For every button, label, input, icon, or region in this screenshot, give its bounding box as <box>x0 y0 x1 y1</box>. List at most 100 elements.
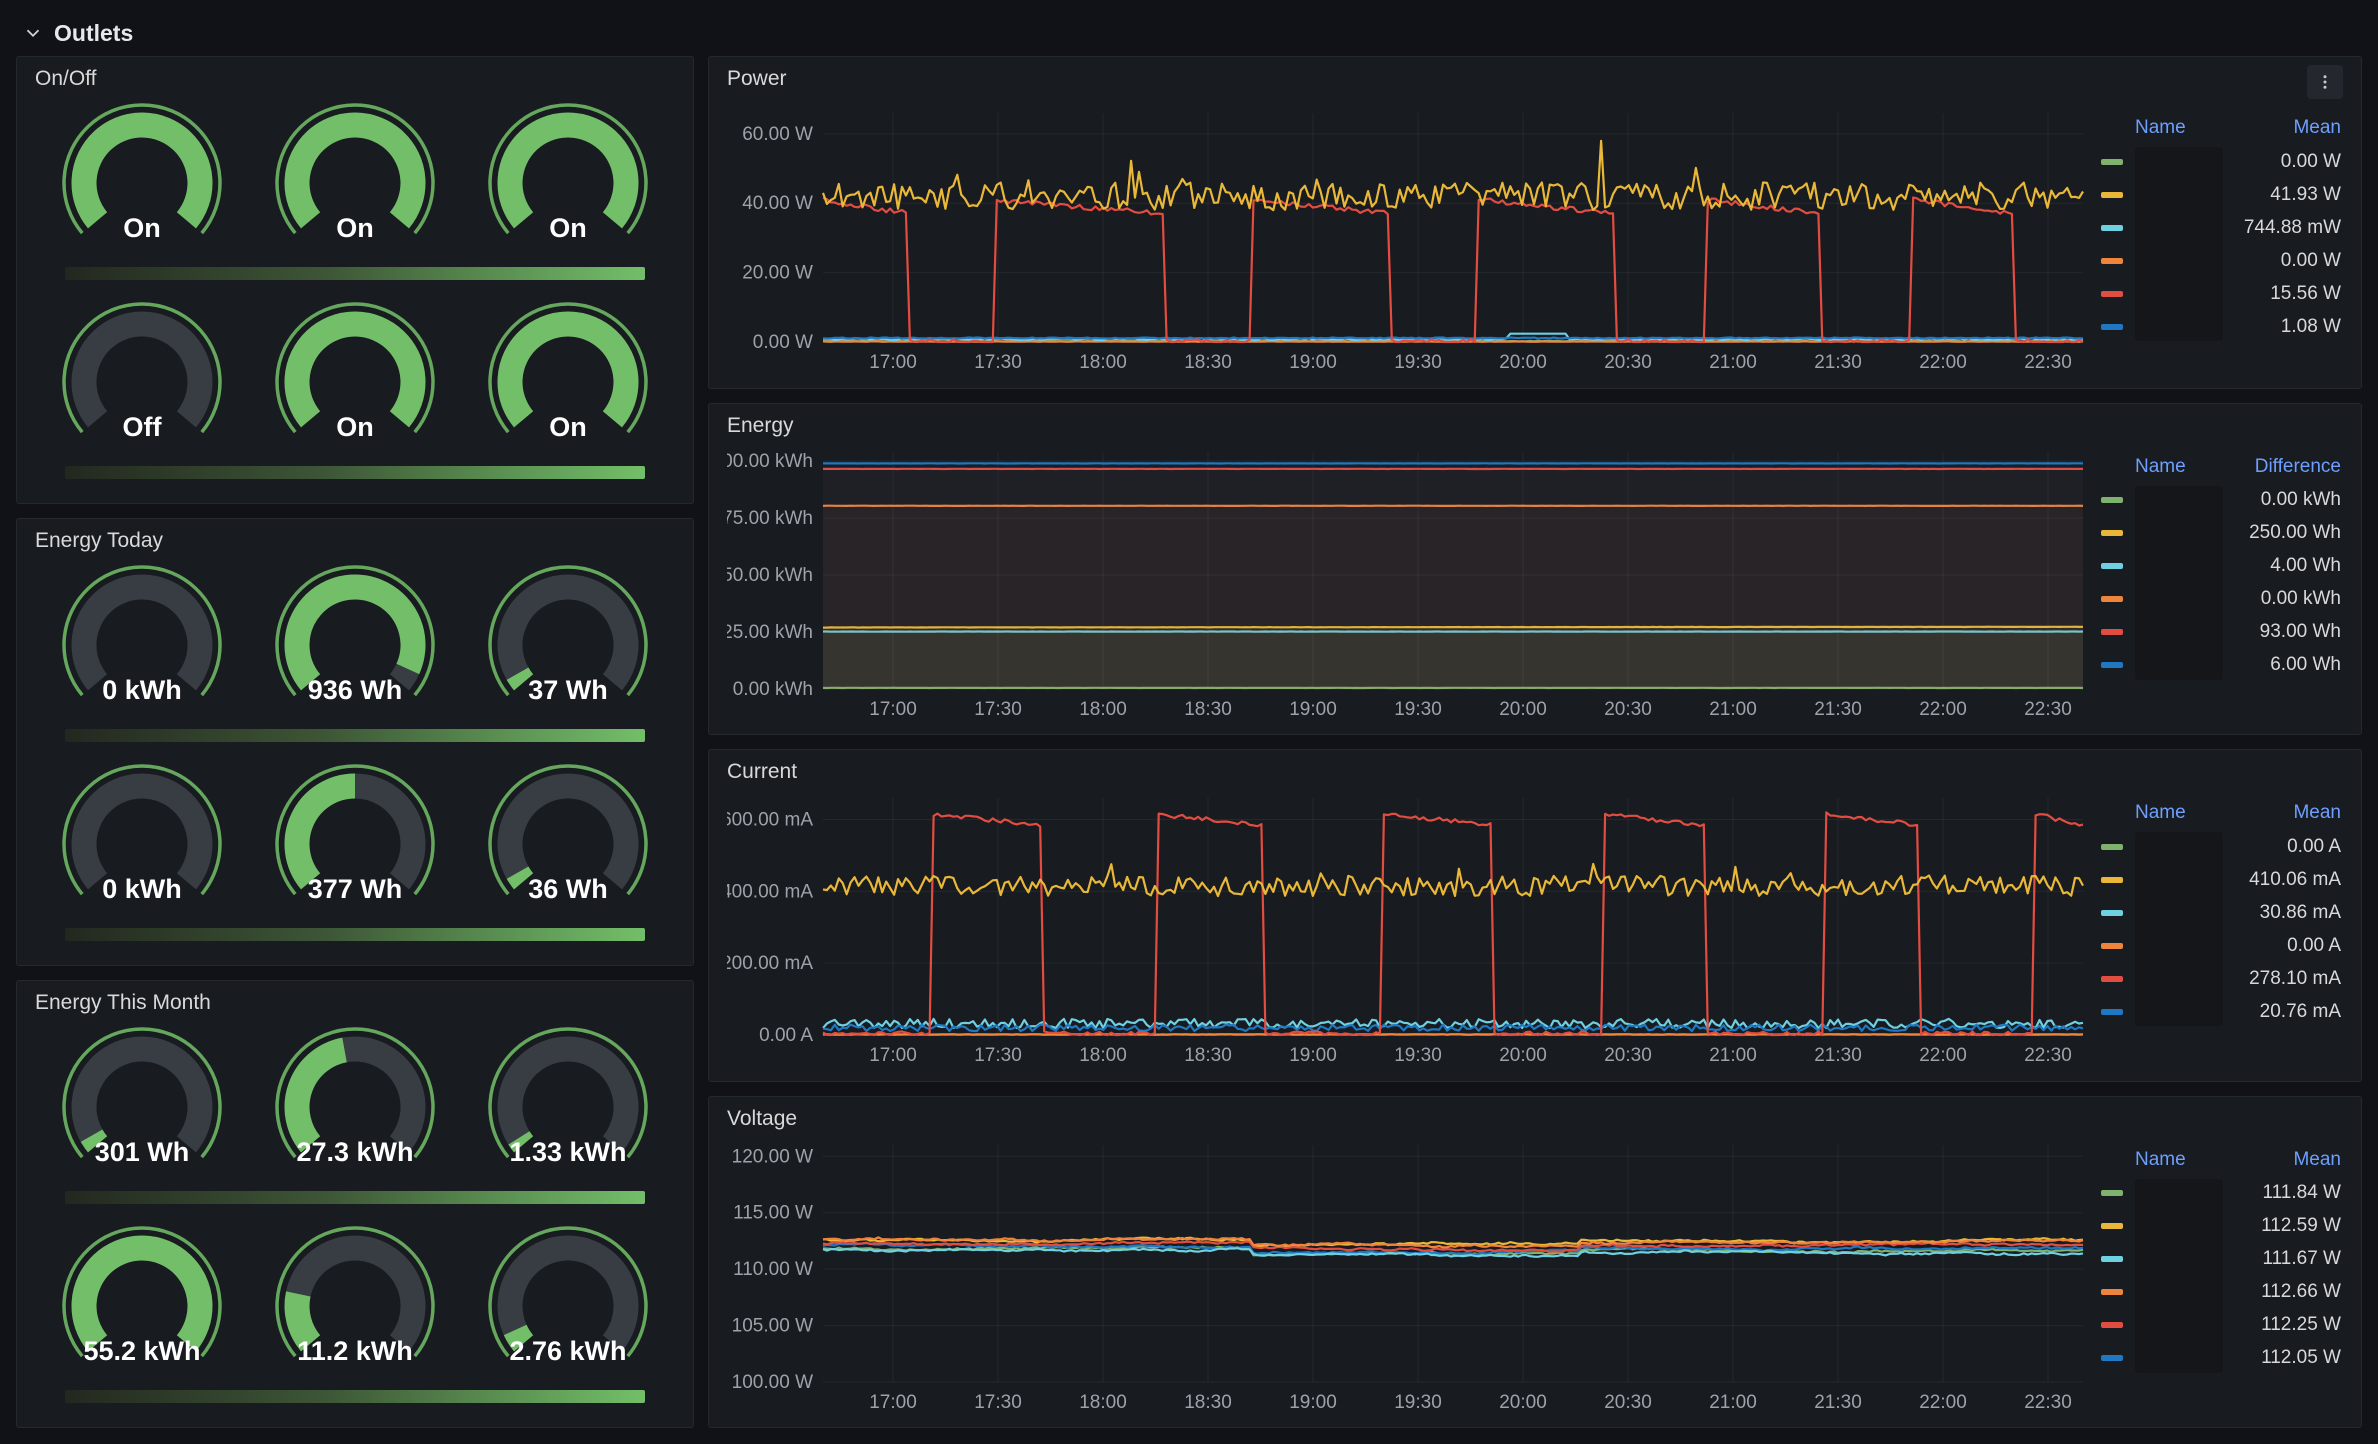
gauge-arc: 11.2 kWh <box>249 1220 461 1384</box>
panel-title-energy[interactable]: Energy <box>727 414 794 438</box>
panel-title-voltage[interactable]: Voltage <box>727 1107 797 1131</box>
gauge-arc: 0 kWh <box>36 758 248 922</box>
time-series-canvas[interactable]: 100.00 W105.00 W110.00 W115.00 W120.00 W… <box>727 1133 2091 1416</box>
x-tick-label: 21:30 <box>1814 699 1862 720</box>
legend-series-chip <box>2101 258 2123 264</box>
legend-value: 6.00 Wh <box>2270 654 2341 676</box>
legend-series-chip <box>2101 324 2123 330</box>
legend-series-chip <box>2101 1289 2123 1295</box>
gradient-bar <box>65 729 645 742</box>
gauge-arc: On <box>249 296 461 460</box>
gauge-value-text: 37 Wh <box>529 675 609 705</box>
gauge-arc: 0 kWh <box>36 559 248 723</box>
x-tick-label: 17:00 <box>869 1045 917 1066</box>
series-5-line <box>823 198 2083 343</box>
x-tick-label: 20:00 <box>1499 1045 1547 1066</box>
panel-title-current[interactable]: Current <box>727 760 797 784</box>
x-tick-label: 22:30 <box>2024 699 2072 720</box>
x-tick-label: 22:00 <box>1919 699 1967 720</box>
legend-header-value[interactable]: Mean <box>2293 1149 2341 1171</box>
legend-header-name[interactable]: Name <box>2135 117 2186 139</box>
gauge-arc: 37 Wh <box>462 559 674 723</box>
gauge: Off <box>35 292 248 464</box>
gauge-value-arc <box>518 873 524 882</box>
legend-header-name[interactable]: Name <box>2135 456 2186 478</box>
time-series-canvas[interactable]: 0.00 W20.00 W40.00 W60.00 W17:0017:3018:… <box>727 101 2091 376</box>
y-tick-label: 110.00 W <box>733 1259 813 1280</box>
legend-header-name[interactable]: Name <box>2135 802 2186 824</box>
x-tick-label: 17:30 <box>974 1045 1022 1066</box>
gauge-arc: 301 Wh <box>36 1021 248 1185</box>
legend-series-chip <box>2101 159 2123 165</box>
gradient-bar <box>65 466 645 479</box>
legend-header-value[interactable]: Mean <box>2293 117 2341 139</box>
x-tick-label: 20:00 <box>1499 699 1547 720</box>
legend-series-chip <box>2101 976 2123 982</box>
x-tick-label: 22:00 <box>1919 1045 1967 1066</box>
current-time-series-plot[interactable]: 0.00 A200.00 mA400.00 mA600.00 mA17:0017… <box>727 786 2091 1069</box>
legend-header-value[interactable]: Difference <box>2255 456 2341 478</box>
chevron-down-icon <box>22 22 44 44</box>
gauge-value-arc <box>510 324 626 419</box>
x-tick-label: 19:30 <box>1394 1392 1442 1413</box>
gradient-bar <box>65 1191 645 1204</box>
x-tick-label: 18:30 <box>1184 699 1232 720</box>
legend-rows: 0.00 W41.93 W744.88 mW0.00 W15.56 W1.08 … <box>2101 145 2341 343</box>
x-tick-label: 19:00 <box>1289 1392 1337 1413</box>
power-time-series-plot[interactable]: 0.00 W20.00 W40.00 W60.00 W17:0017:3018:… <box>727 101 2091 376</box>
gauge: 0 kWh <box>35 555 248 727</box>
gauge: 37 Wh <box>462 555 675 727</box>
legend-series-chip <box>2101 910 2123 916</box>
x-tick-label: 22:30 <box>2024 1392 2072 1413</box>
energy-time-series-plot[interactable]: 0.00 kWh25.00 kWh50.00 kWh75.00 kWh100.0… <box>727 440 2091 723</box>
panel-title-energy-today[interactable]: Energy Today <box>35 529 163 553</box>
panel-title-energy-this-month[interactable]: Energy This Month <box>35 991 211 1015</box>
x-tick-label: 18:30 <box>1184 1392 1232 1413</box>
legend-header-name[interactable]: Name <box>2135 1149 2186 1171</box>
dashboard-row-outlets[interactable]: Outlets <box>16 10 2362 56</box>
legend-name-column <box>2135 1179 2223 1373</box>
x-tick-label: 19:30 <box>1394 352 1442 373</box>
x-tick-label: 18:00 <box>1079 1392 1127 1413</box>
legend-value: 112.25 W <box>2261 1314 2341 1336</box>
panel-title-on-off[interactable]: On/Off <box>35 67 96 91</box>
legend-value: 1.08 W <box>2281 316 2341 338</box>
legend-series-chip <box>2101 877 2123 883</box>
legend-header-value[interactable]: Mean <box>2293 802 2341 824</box>
panel-on-off: On/Off OnOnOnOffOnOn <box>16 56 694 504</box>
legend-value: 278.10 mA <box>2249 968 2341 990</box>
panel-menu-button[interactable] <box>2307 65 2343 99</box>
gauge: 936 Wh <box>248 555 461 727</box>
gauge-arc: 2.76 kWh <box>462 1220 674 1384</box>
y-tick-label: 0.00 A <box>759 1025 813 1046</box>
x-tick-label: 18:30 <box>1184 352 1232 373</box>
grafana-dashboard: Outlets On/Off OnOnOnOffOnOn Energy Toda… <box>0 0 2378 1444</box>
gauge-value-arc <box>297 324 413 419</box>
gauge-row: OffOnOn <box>35 292 675 464</box>
legend-value: 30.86 mA <box>2260 902 2341 924</box>
x-tick-label: 21:00 <box>1709 1045 1757 1066</box>
gauge-arc: 1.33 kWh <box>462 1021 674 1185</box>
legend-series-chip <box>2101 844 2123 850</box>
gauge-value-text: 11.2 kWh <box>297 1336 413 1366</box>
time-series-canvas[interactable]: 0.00 A200.00 mA400.00 mA600.00 mA17:0017… <box>727 786 2091 1069</box>
gradient-bar <box>65 928 645 941</box>
legend-series-chip <box>2101 530 2123 536</box>
x-tick-label: 20:30 <box>1604 1392 1652 1413</box>
gauge-track <box>84 786 200 881</box>
gauge: 55.2 kWh <box>35 1216 248 1388</box>
gauge-row: 0 kWh377 Wh36 Wh <box>35 754 675 926</box>
legend-series-chip <box>2101 497 2123 503</box>
panel-title-power[interactable]: Power <box>727 67 787 91</box>
x-tick-label: 18:00 <box>1079 1045 1127 1066</box>
legend-header: Name Mean <box>2101 1149 2341 1171</box>
x-tick-label: 17:00 <box>869 699 917 720</box>
time-series-canvas[interactable]: 0.00 kWh25.00 kWh50.00 kWh75.00 kWh100.0… <box>727 440 2091 723</box>
legend-value: 250.00 Wh <box>2249 522 2341 544</box>
legend-series-chip <box>2101 1190 2123 1196</box>
legend-value: 0.00 W <box>2281 151 2341 173</box>
voltage-time-series-plot[interactable]: 100.00 W105.00 W110.00 W115.00 W120.00 W… <box>727 1133 2091 1416</box>
gauge-value-text: 55.2 kWh <box>83 1336 200 1366</box>
gauge: 36 Wh <box>462 754 675 926</box>
panel-energy-today: Energy Today 0 kWh936 Wh 37 Wh 0 kWh377 Wh… <box>16 518 694 966</box>
